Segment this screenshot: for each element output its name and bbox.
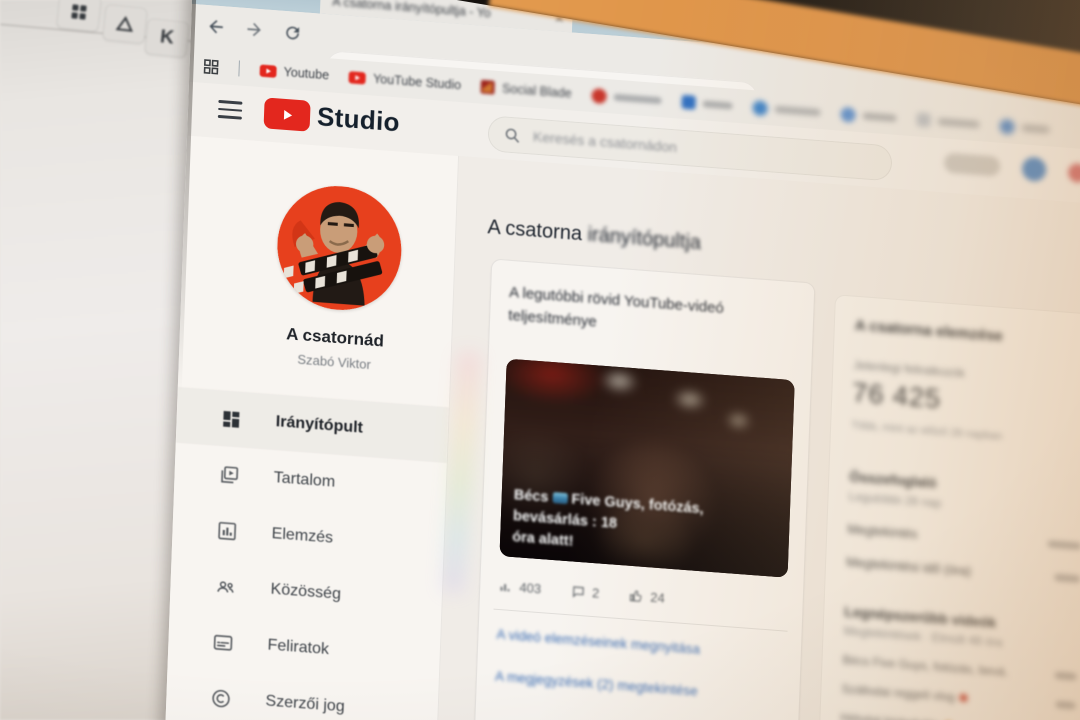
top-video-row[interactable]: Bécs Five Guys, fotózás, bevá… [842,653,1077,685]
summary-row: Megtekintés [847,521,1080,554]
link-open-analytics[interactable]: A videó elemzéseinek megnyitása [496,627,783,663]
analytics-icon [216,519,238,542]
subscribers-note: Több, mint az előző 28 napban [851,419,1022,448]
youtube-favicon [349,70,366,84]
red-dot-icon [960,694,968,703]
youtube-favicon [259,64,276,78]
chart-icon [498,578,513,593]
summary-row: Megtekintési idő (óra) [846,554,1080,587]
main-content: A csatorna irányítópultja A legutóbbi rö… [435,156,1080,720]
notification-icon[interactable] [1068,162,1080,182]
comment-icon [571,584,586,599]
likes-stat: 24 [629,588,665,606]
studio-wordmark: Studio [317,101,401,138]
back-icon[interactable] [203,13,230,41]
community-icon [214,575,237,598]
page-title: A csatorna irányítópultja [487,216,701,255]
account-avatar[interactable] [1022,156,1047,182]
youtube-studio-logo[interactable]: Studio [264,97,401,138]
channel-analytics-card: A csatorna elemzése Jelenlegi feliratkoz… [813,294,1080,720]
blue-favicon [840,106,856,122]
bookmark-social-blade[interactable]: Social Blade [481,80,572,101]
content-icon [218,463,240,486]
browser-screen: A csatorna irányítópultja - Yo ✕ + studi… [163,0,1080,720]
create-button[interactable] [944,153,1001,177]
bookmarks-divider [238,60,240,76]
header-actions [944,151,1080,186]
grid-key-icon [56,0,102,32]
hamburger-menu-icon[interactable] [218,100,243,120]
copyright-icon [210,687,232,710]
search-placeholder: Keresés a csatornádon [533,129,678,156]
bookmark-youtube[interactable]: Youtube [259,63,329,82]
forward-icon[interactable] [241,16,268,44]
search-icon [504,126,522,144]
youtube-play-icon [264,97,311,131]
bookmark-item[interactable] [840,106,897,125]
sidebar-menu: Irányítópult Tartalom Elemzés Közösség F… [165,387,448,720]
subtitles-icon [212,631,234,654]
dashboard-icon [220,408,242,431]
link-view-comments[interactable]: A megjegyzések (2) megtekintése [495,669,782,705]
views-stat: 403 [498,578,541,596]
k-key-icon: K [144,18,190,58]
bookmark-item[interactable] [916,112,980,131]
reload-icon[interactable] [279,19,306,47]
bookmark-item[interactable] [752,100,821,120]
socialblade-favicon [481,80,496,95]
card-title: A legutóbbi rövid YouTube-videó teljesít… [508,281,796,348]
latest-short-card: A legutóbbi rövid YouTube-videó teljesít… [468,258,815,720]
blue-favicon [752,100,768,116]
channel-avatar[interactable] [275,182,404,315]
blue-favicon [999,118,1015,134]
analytics-title: A csatorna elemzése [855,317,1080,352]
thumb-up-icon [629,588,644,603]
bookmark-item[interactable] [591,87,662,107]
bookmark-item[interactable] [999,118,1050,137]
bookmark-item[interactable] [681,95,733,113]
divider [494,609,788,632]
apps-grid-icon[interactable] [203,58,219,74]
video-stats: 403 2 24 [498,578,785,614]
top-video-row[interactable]: Hétvégi kirándulás [840,711,1075,720]
top-video-row[interactable]: Szállodai reggeli vlog [841,682,1076,714]
gray-favicon [916,112,931,127]
comments-stat: 2 [571,583,600,600]
blue-favicon [681,95,696,110]
flag-emoji-icon [552,492,567,504]
sidebar: A csatornád Szabó Viktor Irányítópult Ta… [163,136,459,720]
photo-root: K A csatorna irányítópultja - Yo ✕ + [0,0,1080,720]
red-favicon [591,87,607,103]
triangle-key-icon [102,4,148,44]
bookmark-youtube-studio[interactable]: YouTube Studio [349,70,462,92]
video-thumbnail[interactable]: BécsFive Guys, fotózás, bevásárlás : 18 … [500,359,795,578]
